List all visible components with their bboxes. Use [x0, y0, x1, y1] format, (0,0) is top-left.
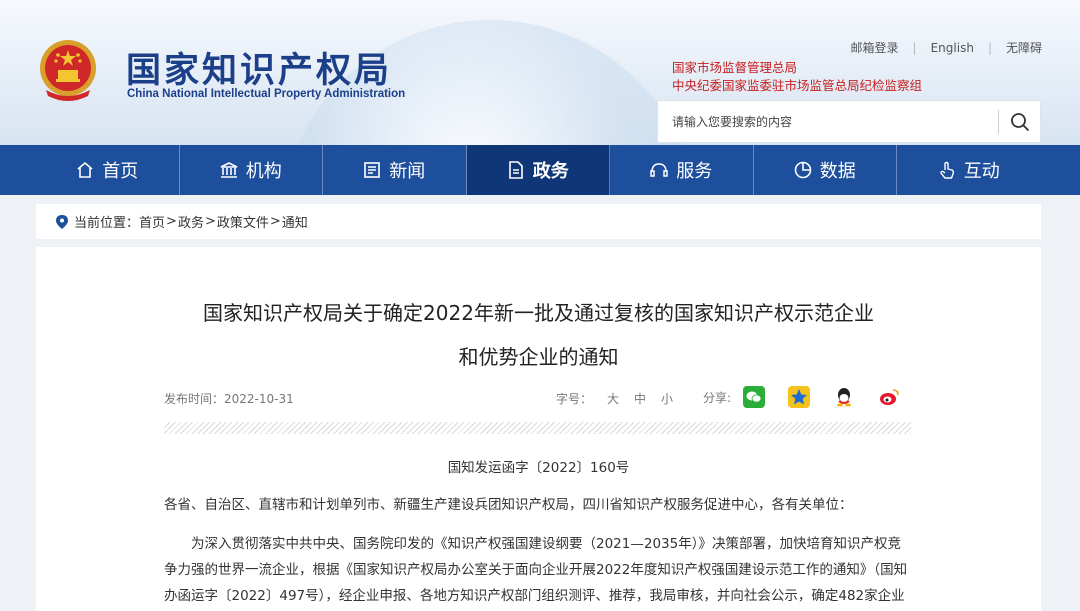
article-panel: 国家知识产权局关于确定2022年新一批及通过复核的国家知识产权示范企业 和优势企… — [36, 247, 1041, 611]
breadcrumb-prefix: 当前位置： — [74, 216, 140, 231]
breadcrumb-separator: > — [166, 214, 177, 229]
nav-item-government-affairs[interactable]: 政务 — [466, 145, 610, 195]
font-size-large[interactable]: 大 — [607, 392, 619, 406]
article-title-line1: 国家知识产权局关于确定2022年新一批及通过复核的国家知识产权示范企业 — [203, 301, 874, 325]
document-number: 国知发运函字〔2022〕160号 — [447, 460, 630, 476]
hand-pointer-icon — [940, 161, 954, 179]
supervisor-link-samr[interactable]: 国家市场监督管理总局 — [672, 57, 797, 76]
nav-item-news[interactable]: 新闻 — [323, 145, 467, 195]
nav-item-data[interactable]: 数据 — [754, 145, 897, 195]
font-size-control: 字号： 大 中 小 — [556, 390, 673, 407]
nav-item-interaction[interactable]: 互动 — [897, 145, 1041, 195]
wechat-icon[interactable] — [743, 386, 766, 408]
home-icon — [77, 161, 93, 178]
document-icon — [508, 161, 523, 179]
link-divider: | — [987, 41, 992, 55]
service-icon — [650, 163, 668, 177]
article-title: 国家知识产权局关于确定2022年新一批及通过复核的国家知识产权示范企业 和优势企… — [36, 291, 1041, 379]
article-paragraph: 各省、自治区、直辖市和计划单列市、新疆生产建设兵团知识产权局，四川省知识产权服务… — [164, 497, 853, 513]
english-link[interactable]: English — [931, 41, 974, 55]
breadcrumb-item-policy[interactable]: 政策文件 — [217, 212, 269, 231]
accessibility-link[interactable]: 无障碍 — [1006, 41, 1042, 55]
font-size-small[interactable]: 小 — [661, 392, 673, 406]
article-paragraph: 为深入贯彻落实中共中央、国务院印发的《知识产权强国建设纲要（2021—2035年… — [164, 536, 908, 604]
pie-chart-icon — [794, 161, 812, 179]
font-size-medium[interactable]: 中 — [634, 392, 646, 406]
site-header: 国家知识产权局 China National Intellectual Prop… — [0, 0, 1080, 145]
nav-item-home[interactable]: 首页 — [36, 145, 180, 195]
nav-item-institution[interactable]: 机构 — [180, 145, 323, 195]
nav-label: 数据 — [819, 161, 856, 182]
breadcrumb: 当前位置： 首页 > 政务 > 政策文件 > 通知 — [36, 204, 1041, 239]
news-icon — [364, 162, 381, 178]
supervisor-link-discipline[interactable]: 中央纪委国家监委驻市场监管总局纪检监察组 — [672, 75, 922, 94]
site-title-cn[interactable]: 国家知识产权局 — [126, 42, 392, 93]
institution-icon — [220, 162, 238, 178]
location-pin-icon — [56, 214, 68, 229]
qzone-icon[interactable] — [788, 386, 811, 408]
share-bar: 分享: — [703, 386, 923, 408]
nav-label: 新闻 — [389, 161, 426, 182]
article-title-line2: 和优势企业的通知 — [458, 345, 619, 369]
breadcrumb-separator: > — [269, 214, 281, 229]
breadcrumb-item-affairs[interactable]: 政务 — [178, 212, 204, 231]
nav-label: 互动 — [963, 161, 1000, 182]
search-icon — [1011, 112, 1030, 131]
link-divider: | — [912, 41, 917, 55]
search-input[interactable] — [658, 101, 996, 142]
publish-date: 发布时间：2022-10-31 — [164, 392, 294, 406]
font-size-label: 字号： — [556, 392, 593, 406]
nav-label: 政务 — [532, 161, 569, 182]
share-label: 分享: — [703, 390, 732, 405]
search-box — [657, 100, 1041, 143]
breadcrumb-item-notice[interactable]: 通知 — [282, 212, 308, 231]
top-links: 邮箱登录 | English | 无障碍 — [851, 39, 1042, 56]
weibo-icon[interactable] — [878, 386, 901, 408]
nav-label: 服务 — [676, 161, 713, 182]
email-login-link[interactable]: 邮箱登录 — [851, 41, 899, 55]
main-nav: 首页 机构 新闻 政务 服务 数据 互动 — [0, 145, 1080, 195]
nav-label: 首页 — [102, 161, 139, 182]
national-emblem-icon — [40, 40, 96, 101]
nav-label: 机构 — [245, 161, 282, 182]
breadcrumb-separator: > — [204, 214, 216, 229]
qq-icon[interactable] — [833, 386, 856, 408]
breadcrumb-item-home[interactable]: 首页 — [139, 212, 165, 231]
hatched-divider — [164, 422, 911, 434]
search-button[interactable] — [999, 101, 1041, 142]
nav-item-service[interactable]: 服务 — [610, 145, 754, 195]
site-title-en[interactable]: China National Intellectual Property Adm… — [127, 88, 405, 100]
